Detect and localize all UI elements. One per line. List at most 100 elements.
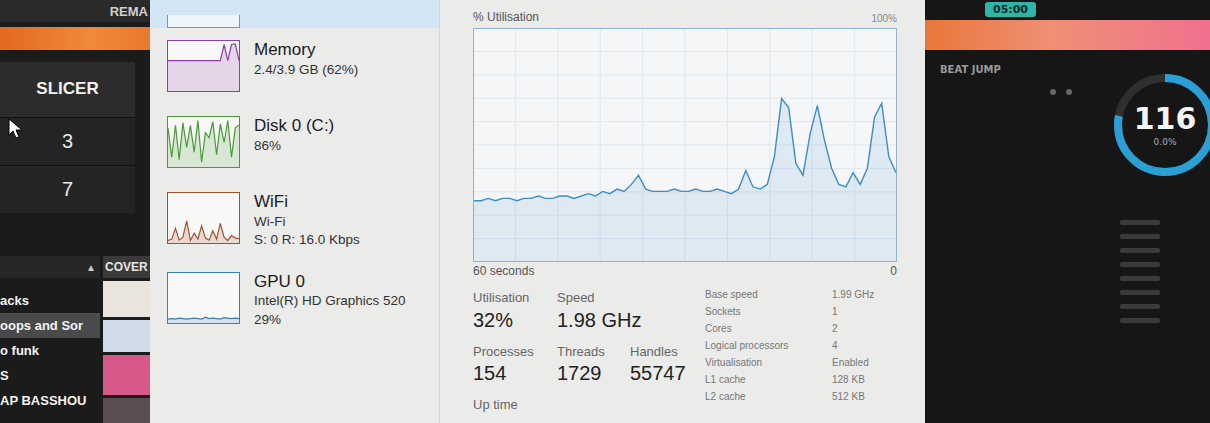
stat: Utilisation32%	[473, 290, 557, 334]
stat-value: 32%	[473, 306, 557, 334]
pad-button[interactable]: 7	[0, 165, 135, 213]
cursor-icon	[8, 118, 24, 140]
min-axis-label: 0	[890, 264, 897, 280]
resource-detail: S: 0 R: 16.0 Kbps	[254, 232, 360, 248]
stat-label: Utilisation	[473, 290, 557, 306]
stat-value: 1.98 GHz	[557, 306, 641, 334]
cpu-panel: % Utilisation100%60 seconds0Utilisation3…	[440, 0, 925, 423]
detail-value: Enabled	[832, 357, 869, 368]
pad-number: 7	[62, 178, 73, 201]
performance-sidebar: Memory2.4/3.9 GB (62%)Disk 0 (C:)86%WiFi…	[150, 0, 440, 423]
list-header[interactable]: ▲	[0, 256, 100, 278]
stat-label: Threads	[557, 344, 630, 360]
detail-label: Base speed	[705, 289, 832, 300]
pad-mode-button[interactable]: SLICER	[0, 62, 135, 117]
detail-label: Sockets	[705, 306, 832, 317]
time-display: 05:00	[985, 2, 1036, 17]
stat-label: Processes	[473, 344, 557, 360]
cpu-item[interactable]	[150, 0, 439, 28]
library-item[interactable]: oops and Sor	[0, 313, 100, 338]
library: ▲ acks oops and Sor o funk S AP BASSHOU COVER	[0, 256, 150, 423]
stat: Processes154	[473, 344, 557, 388]
resource-item[interactable]: GPU 0Intel(R) HD Graphics 520 29%	[150, 260, 439, 340]
sparkline-line	[168, 44, 239, 61]
cover-column: COVER	[103, 256, 150, 423]
pitch-value: 0.0%	[1154, 137, 1177, 147]
cover-header-label: COVER	[105, 260, 148, 274]
series-line	[474, 99, 896, 201]
library-item[interactable]: AP BASSHOU	[0, 388, 100, 413]
dj-header: REMA	[0, 0, 150, 22]
resource-name: Memory	[254, 40, 358, 60]
beat-jump-label[interactable]: BEAT JUMP	[940, 64, 1110, 75]
detail-row: Base speed1.99 GHz	[705, 286, 874, 303]
album-cover	[103, 398, 150, 423]
detail-value: 128 KB	[832, 374, 865, 385]
resource-detail: 86%	[254, 138, 334, 154]
album-cover	[103, 355, 150, 395]
sparkline-fill	[168, 121, 239, 168]
sparkline-fill	[168, 221, 239, 243]
header-label: REMA	[110, 4, 148, 19]
detail-value: 1.99 GHz	[832, 289, 874, 300]
library-item[interactable]: S	[0, 363, 100, 388]
stat-value: 1729	[557, 359, 630, 387]
album-cover	[103, 281, 150, 317]
stat: Handles55747	[630, 344, 686, 388]
library-item[interactable]: acks	[0, 288, 100, 313]
pad-mode-label: SLICER	[36, 79, 98, 99]
waveform-bar	[925, 20, 1210, 50]
resource-detail: 29%	[254, 312, 406, 328]
control-dot[interactable]	[1050, 89, 1056, 95]
pad-number: 3	[62, 130, 73, 153]
detail-label: Logical processors	[705, 340, 832, 351]
library-item[interactable]: o funk	[0, 338, 100, 363]
series-area	[474, 99, 896, 261]
resource-name: GPU 0	[254, 272, 406, 292]
waveform-bar	[0, 27, 150, 50]
library-list: ▲ acks oops and Sor o funk S AP BASSHOU	[0, 256, 100, 423]
control-dot[interactable]	[1066, 89, 1072, 95]
pad-button[interactable]: 3	[0, 117, 135, 165]
detail-row: Sockets1	[705, 303, 874, 320]
cpu-thumbnail	[167, 15, 240, 28]
detail-label: Cores	[705, 323, 832, 334]
resource-detail: 2.4/3.9 GB (62%)	[254, 62, 358, 78]
detail-value: 512 KB	[832, 391, 865, 402]
bpm-gauge[interactable]: 116 0.0%	[1110, 70, 1210, 180]
sparkline-fill	[168, 317, 239, 323]
sparkline-thumbnail	[167, 272, 240, 324]
sparkline-thumbnail	[167, 116, 240, 168]
detail-row: Cores2	[705, 320, 874, 337]
resource-detail: Intel(R) HD Graphics 520	[254, 293, 406, 309]
resource-item[interactable]: WiFiWi-FiS: 0 R: 16.0 Kbps	[150, 180, 439, 260]
bpm-value: 116	[1134, 104, 1197, 134]
detail-row: L1 cache128 KB	[705, 371, 874, 388]
detail-row: VirtualisationEnabled	[705, 354, 874, 371]
task-manager-window: Memory2.4/3.9 GB (62%)Disk 0 (C:)86%WiFi…	[150, 0, 925, 423]
stat-label: Handles	[630, 344, 686, 360]
chart-max-label: 100%	[871, 13, 897, 24]
resource-item[interactable]: Disk 0 (C:)86%	[150, 104, 439, 180]
uptime-label: Up time	[473, 397, 705, 413]
detail-row: L2 cache512 KB	[705, 388, 874, 405]
dj-app-right: 05:00 BEAT JUMP 116 0.0%	[925, 0, 1210, 423]
library-item-label: acks	[0, 293, 29, 308]
cover-header[interactable]: COVER	[103, 256, 150, 278]
stat-value: 55747	[630, 359, 686, 387]
cpu-chart	[473, 28, 897, 262]
detail-label: L1 cache	[705, 374, 832, 385]
dj-app-left: REMA SLICER 3 7 ▲ acks oops and Sor o funk S AP B…	[0, 0, 150, 423]
chart-title: % Utilisation	[473, 10, 539, 24]
resource-name: WiFi	[254, 192, 360, 212]
stat: Speed1.98 GHz	[557, 290, 641, 334]
stat: Threads1729	[557, 344, 630, 388]
detail-value: 4	[832, 340, 838, 351]
library-item-label: o funk	[0, 343, 39, 358]
sort-icon[interactable]: ▲	[86, 262, 96, 273]
resource-item[interactable]: Memory 2.4/3.9 GB (62%)	[150, 28, 439, 104]
stat-label: Speed	[557, 290, 641, 306]
detail-value: 1	[832, 306, 838, 317]
detail-label: Virtualisation	[705, 357, 832, 368]
library-item-label: AP BASSHOU	[0, 393, 86, 408]
